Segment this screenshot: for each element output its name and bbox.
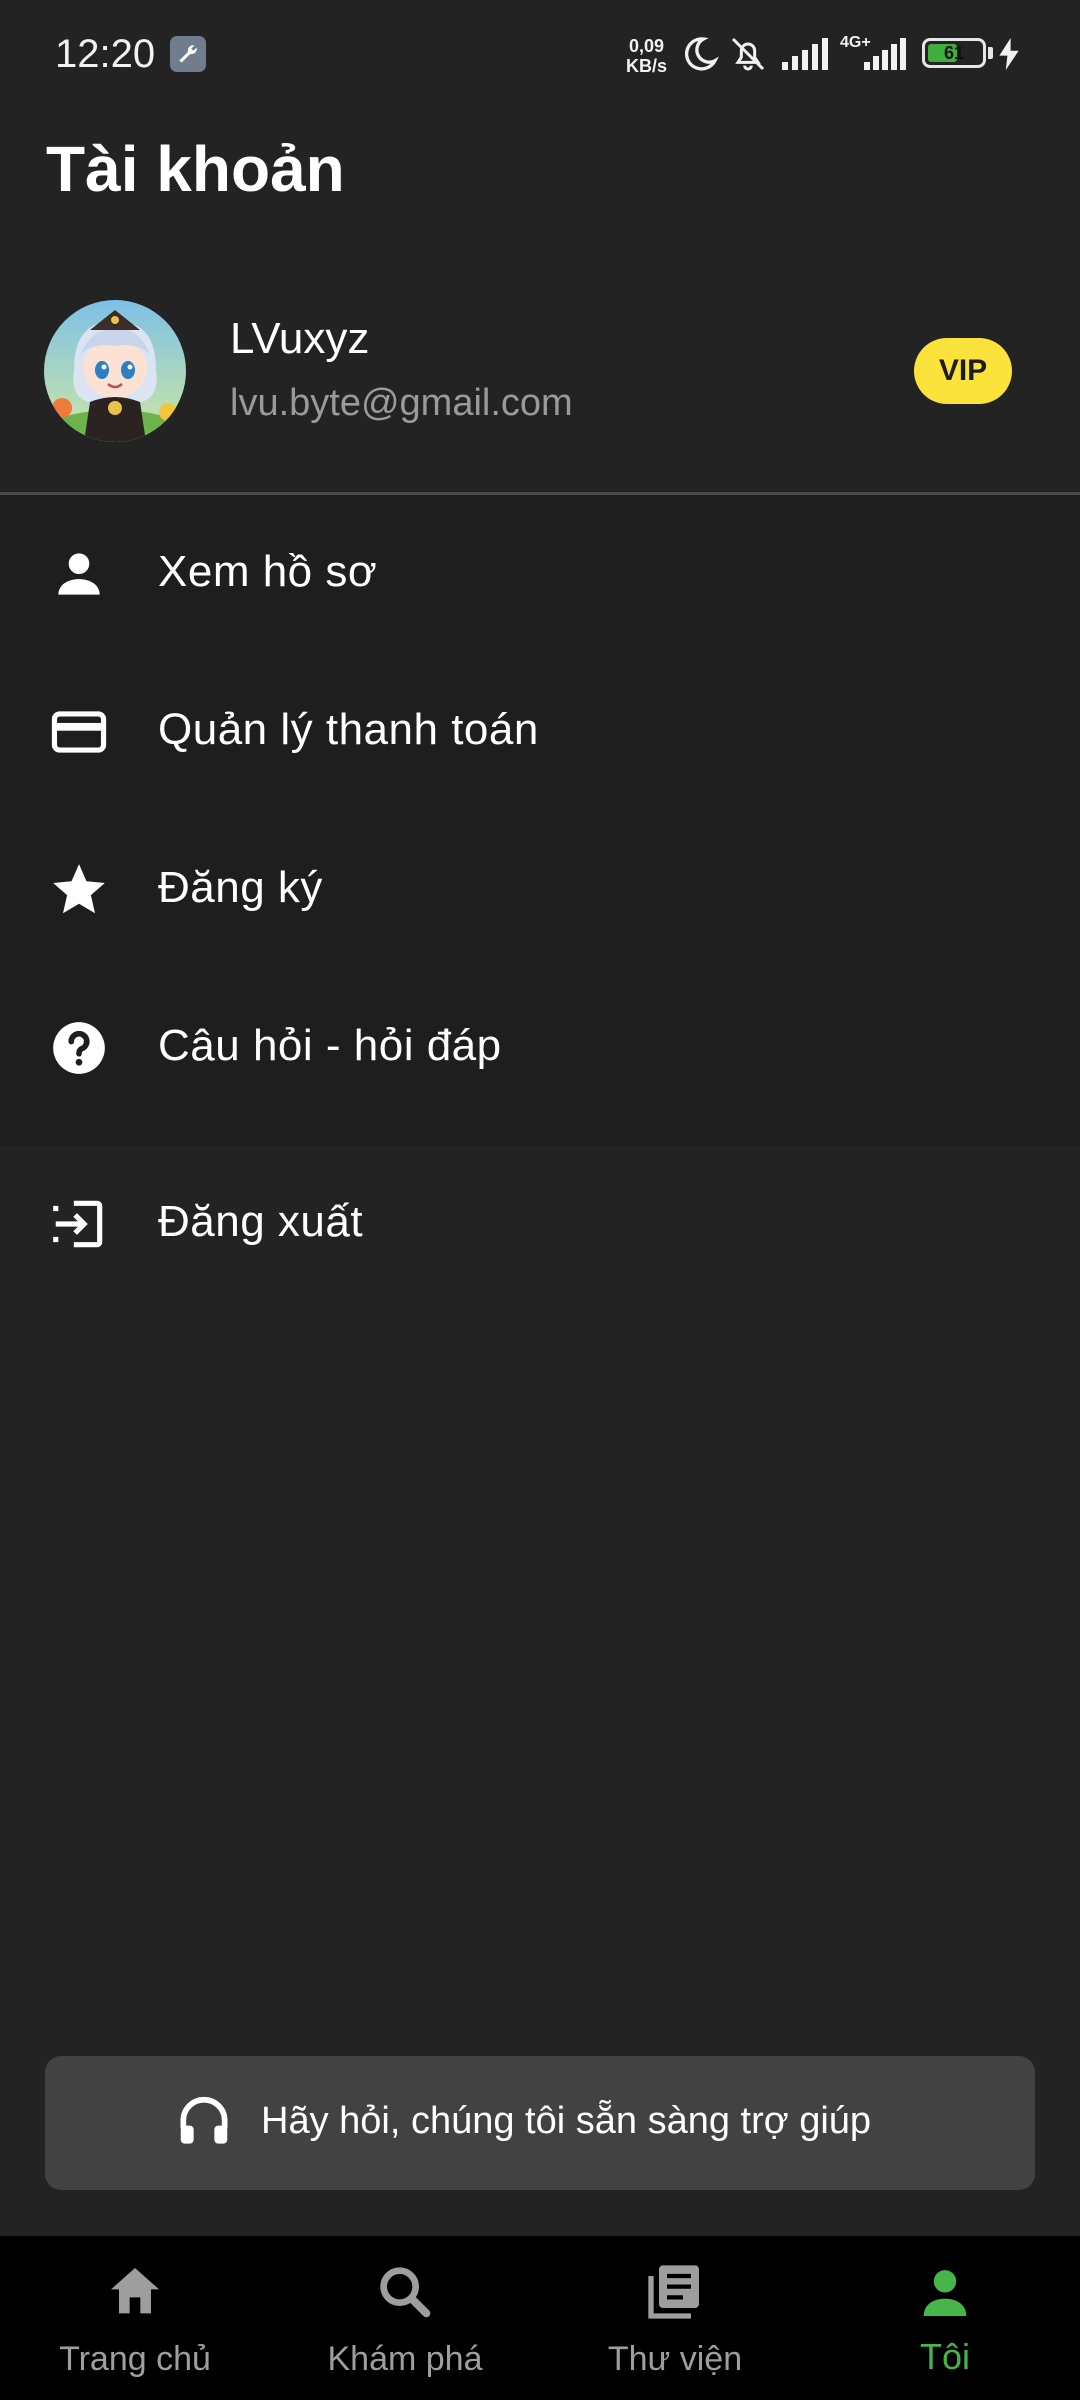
bell-off-icon (731, 37, 765, 71)
avatar[interactable] (44, 300, 186, 442)
nav-label: Trang chủ (59, 2340, 211, 2378)
avatar-image (44, 300, 186, 442)
profile-card[interactable]: LVuxyz lvu.byte@gmail.com VIP (0, 290, 1080, 450)
charging-icon (999, 38, 1019, 70)
status-bar: 12:20 0,09 KB/s 4G+ 61 (0, 0, 1080, 110)
nav-label: Thư viện (607, 2340, 743, 2378)
library-icon (648, 2265, 699, 2319)
signal-icon (782, 38, 828, 70)
menu-item-view-profile[interactable]: Xem hồ sơ (0, 495, 1080, 653)
profile-email: lvu.byte@gmail.com (230, 382, 573, 424)
menu-item-subscription[interactable]: Đăng ký (0, 811, 1080, 969)
nav-item-home[interactable]: Trang chủ (0, 2236, 270, 2400)
moon-icon (684, 37, 719, 71)
nav-item-library[interactable]: Thư viện (540, 2236, 810, 2400)
profile-name: LVuxyz (230, 314, 370, 363)
nav-label: Khám phá (327, 2340, 483, 2378)
battery-level: 61 (943, 43, 965, 63)
nav-item-me[interactable]: Tôi (810, 2236, 1080, 2400)
menu-item-label: Đăng ký (158, 863, 323, 912)
status-time: 12:20 (55, 32, 156, 76)
home-icon (111, 2268, 159, 2314)
credit-card-icon (51, 711, 107, 753)
signal-2-icon (864, 38, 906, 70)
nav-item-explore[interactable]: Khám phá (270, 2236, 540, 2400)
wrench-icon (170, 36, 206, 72)
account-menu: Xem hồ sơ Quản lý thanh toán Đăng ký Câu… (0, 495, 1080, 1145)
vip-badge: VIP (914, 338, 1012, 404)
battery-icon: 61 (922, 38, 986, 68)
nav-label: Tôi (919, 2336, 970, 2377)
menu-item-label: Câu hỏi - hỏi đáp (158, 1021, 502, 1070)
support-label: Hãy hỏi, chúng tôi sẵn sàng trợ giúp (261, 2100, 872, 2142)
person-icon (58, 553, 100, 595)
support-button[interactable]: Hãy hỏi, chúng tôi sẵn sàng trợ giúp (45, 2056, 1035, 2190)
bottom-navigation: Trang chủ Khám phá Thư viện Tôi (0, 2236, 1080, 2400)
menu-item-logout[interactable]: Đăng xuất (0, 1145, 1080, 1303)
star-icon (53, 864, 105, 914)
help-circle-icon (53, 1022, 105, 1074)
page-title: Tài khoản (46, 133, 345, 205)
menu-item-label: Xem hồ sơ (158, 547, 378, 596)
search-icon (380, 2267, 431, 2318)
logout-icon (53, 1200, 103, 1248)
network-speed-unit: KB/s (626, 56, 668, 76)
menu-item-label: Quản lý thanh toán (158, 705, 539, 754)
person-icon (923, 2270, 967, 2316)
network-speed-value: 0,09 (628, 36, 665, 56)
menu-item-payment[interactable]: Quản lý thanh toán (0, 653, 1080, 811)
menu-item-label: Đăng xuất (158, 1197, 364, 1246)
menu-item-faq[interactable]: Câu hỏi - hỏi đáp (0, 969, 1080, 1127)
headset-icon (180, 2096, 228, 2144)
battery-tip (988, 47, 993, 59)
network-speed: 0,09 KB/s (626, 36, 667, 76)
